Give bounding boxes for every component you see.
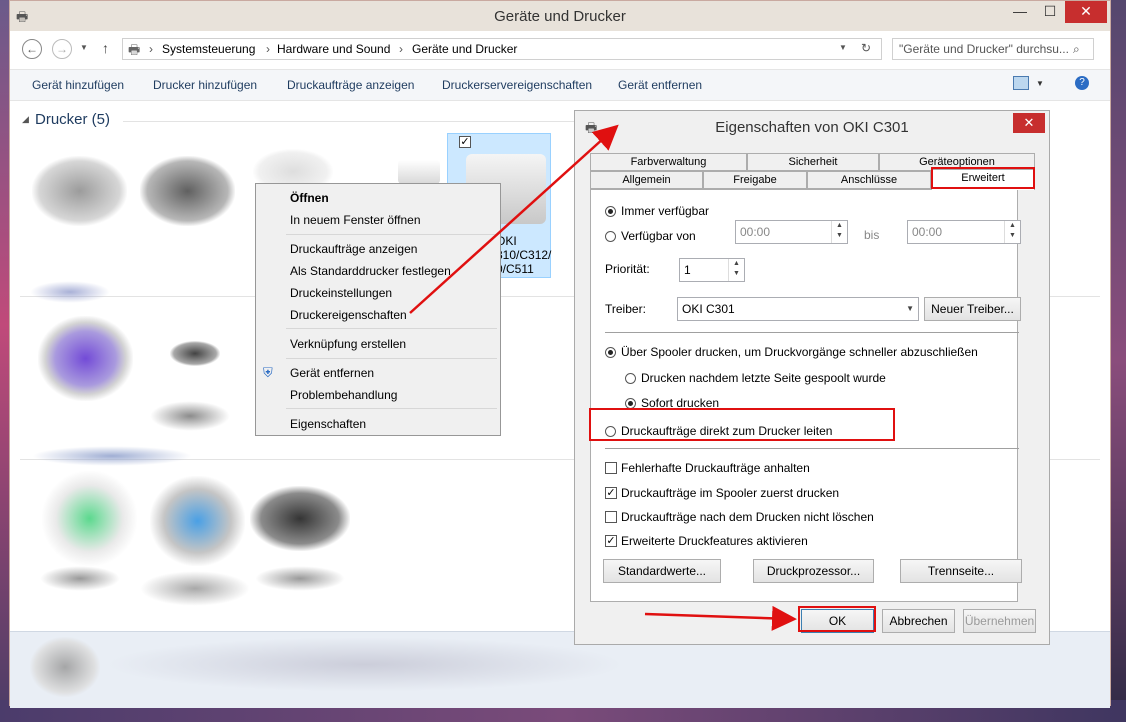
- annotation-arrows: [409, 124, 797, 631]
- highlight-box: [931, 167, 1035, 189]
- arrow-to-ok: [644, 605, 797, 631]
- arrow-to-dialog: [409, 124, 619, 314]
